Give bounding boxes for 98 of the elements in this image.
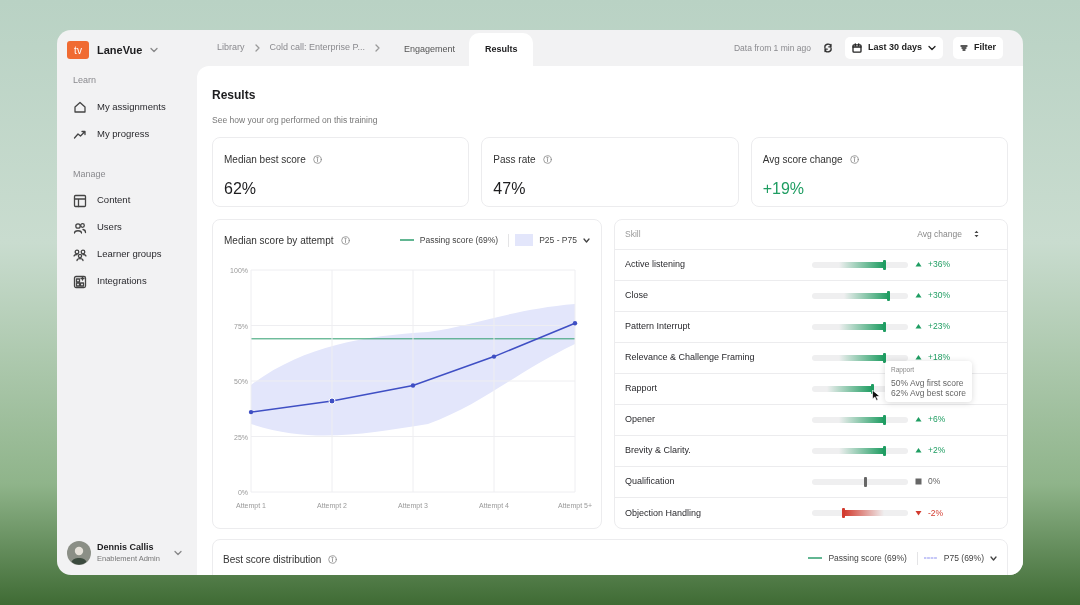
up-triangle-icon: [915, 447, 922, 455]
logo: tv: [67, 41, 89, 59]
section-heading: Manage: [72, 167, 107, 181]
nav-item[interactable]: Users: [67, 214, 187, 241]
change-value: +30%: [928, 289, 950, 303]
legend-line-icon: [399, 238, 414, 243]
app-name: LaneVue: [97, 42, 143, 58]
change-gradient: [839, 261, 884, 268]
data-point: [328, 397, 336, 405]
up-triangle-icon: [915, 354, 922, 362]
chevron-down-icon: [583, 237, 590, 243]
cursor-icon: [872, 389, 881, 401]
data-age-label: Data from 1 min ago: [733, 41, 811, 55]
legend-label: Passing score (69%): [828, 551, 907, 565]
layout-icon: [73, 193, 87, 208]
section-heading: Learn: [72, 74, 98, 87]
chart-title: Median score by attempt: [224, 233, 334, 248]
skill-name: Pattern Interrupt: [625, 320, 692, 333]
skill-name: Active listening: [625, 258, 687, 271]
chevron-right-icon: [254, 44, 260, 52]
chevron-down-icon: [990, 555, 997, 561]
skill-name: Brevity & Clarity.: [625, 444, 692, 457]
info-icon: [328, 554, 338, 564]
change-value: -2%: [928, 506, 944, 520]
data-point: [491, 354, 497, 359]
avatar-icon: [67, 541, 91, 565]
skill-name: Relevance & Challenge Framing: [625, 351, 756, 364]
band-select[interactable]: P25 - P75: [508, 233, 590, 247]
calendar-icon: [851, 43, 862, 53]
up-triangle-icon: [915, 323, 922, 331]
legend-line-icon: [808, 556, 823, 561]
nav-item[interactable]: My progress: [67, 120, 187, 148]
chevron-down-icon: [173, 550, 182, 556]
change-value: +18%: [928, 351, 950, 365]
stat-value: 47%: [493, 178, 527, 199]
stat-label: Median best score: [224, 152, 306, 167]
change-gradient: [839, 323, 884, 330]
skill-name: Opener: [625, 413, 657, 426]
legend-label: Passing score (69%): [419, 233, 499, 247]
info-icon: [340, 235, 350, 245]
stat-label: Pass rate: [493, 152, 536, 167]
user-name: Dennis Callis: [97, 541, 155, 553]
change-gradient: [839, 447, 884, 454]
change-gradient: [843, 510, 884, 517]
info-icon: [312, 154, 322, 164]
change-gradient: [843, 292, 889, 299]
up-triangle-icon: [915, 416, 922, 424]
tab[interactable]: Engagement: [389, 33, 469, 66]
info-icon: [849, 154, 859, 164]
nav-item[interactable]: My assignments: [67, 93, 187, 121]
square-icon: [915, 478, 922, 486]
users-icon: [73, 220, 87, 235]
stat-label: Avg score change: [762, 152, 843, 167]
group-icon: [73, 247, 87, 262]
tab[interactable]: Results: [468, 33, 534, 66]
up-triangle-icon: [915, 292, 922, 300]
up-triangle-icon: [915, 261, 922, 269]
page-title: Results: [212, 87, 257, 104]
skill-name: Close: [625, 289, 649, 302]
data-point: [410, 383, 416, 388]
stat-value: 62%: [224, 178, 258, 199]
data-point: [572, 320, 578, 326]
skill-name: Qualification: [625, 475, 676, 488]
change-gradient: [839, 354, 884, 361]
band-swatch-icon: [515, 234, 534, 247]
apps-icon: [73, 274, 87, 289]
sort-icon: [974, 230, 979, 239]
nav-item[interactable]: Learner groups: [67, 241, 187, 268]
change-value: 0%: [928, 475, 941, 489]
tooltip-line: 50% Avg first score: [891, 377, 965, 388]
change-gradient: [839, 416, 884, 423]
nav-item[interactable]: Content: [67, 187, 187, 214]
filter-button[interactable]: Filter: [953, 37, 1003, 59]
skill-name: Rapport: [625, 382, 659, 395]
section-title: Best score distribution: [223, 552, 322, 567]
data-point: [248, 409, 254, 415]
change-value: +6%: [928, 413, 946, 427]
change-value: +36%: [928, 258, 950, 272]
column-header: Skill: [625, 227, 641, 241]
chevron-down-icon: [928, 45, 936, 51]
chevron-right-icon: [374, 44, 380, 52]
stat-value: +19%: [762, 178, 806, 199]
home-icon: [73, 100, 87, 114]
band-select[interactable]: P75 (69%): [916, 551, 997, 565]
filter-icon: [960, 44, 968, 52]
chevron-down-icon: [150, 47, 159, 53]
down-triangle-icon: [915, 509, 922, 517]
change-value: +2%: [928, 444, 946, 458]
page-subtitle: See how your org performed on this training: [212, 114, 379, 127]
change-gradient: [827, 385, 873, 392]
sort-header[interactable]: Avg change: [917, 227, 979, 241]
info-icon: [542, 154, 552, 164]
date-range-dropdown[interactable]: Last 30 days: [844, 37, 943, 59]
tooltip-line: 62% Avg best score: [891, 387, 966, 398]
nav-item[interactable]: Integrations: [67, 268, 187, 295]
dashed-line-icon: [923, 556, 938, 561]
change-value: +23%: [928, 320, 950, 334]
skill-name: Objection Handling: [625, 506, 703, 520]
